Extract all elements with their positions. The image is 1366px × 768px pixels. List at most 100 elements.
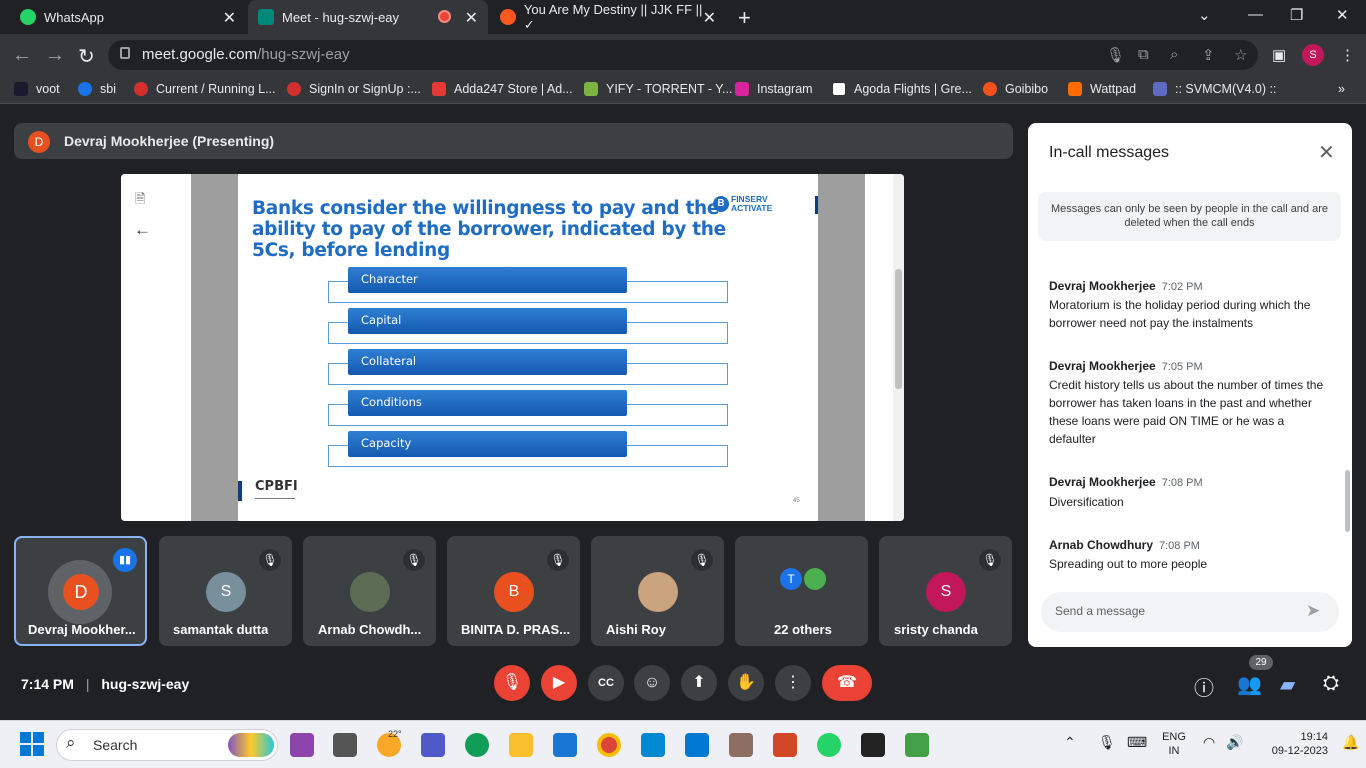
close-window-icon[interactable]: ✕ bbox=[1336, 6, 1349, 24]
mic-off-icon: 🎙 bbox=[403, 549, 425, 571]
reactions-button[interactable]: ☺ bbox=[634, 665, 670, 701]
mail-icon[interactable] bbox=[553, 733, 577, 757]
people-count-badge: 29 bbox=[1249, 655, 1273, 670]
pdf-toolbar: 🗎 ← bbox=[121, 174, 161, 521]
list-item: Capacity bbox=[348, 431, 627, 457]
notification-icon[interactable]: 🔔 bbox=[1342, 734, 1359, 751]
tab-title: Meet - hug-szwj-eay bbox=[282, 9, 400, 25]
bookmark-item[interactable]: Wattpad bbox=[1068, 82, 1136, 96]
avatar-photo bbox=[350, 572, 390, 612]
blocked-icon bbox=[134, 82, 148, 96]
meet-icon bbox=[258, 9, 274, 25]
slide-page: Banks consider the willingness to pay an… bbox=[238, 174, 818, 521]
more-options-button[interactable]: ⋮ bbox=[775, 665, 811, 701]
terminal-icon[interactable] bbox=[861, 733, 885, 757]
bookmark-star-icon[interactable]: ☆ bbox=[1234, 46, 1247, 64]
bookmark-item[interactable]: Goibibo bbox=[983, 82, 1048, 96]
file-explorer-icon[interactable] bbox=[509, 733, 533, 757]
pdf-icon[interactable]: 🗎 bbox=[135, 190, 145, 212]
volume-icon[interactable]: 🔊 bbox=[1226, 734, 1243, 751]
avatar: S bbox=[206, 572, 246, 612]
message-header: Devraj Mookherjee 7:05 PM bbox=[1049, 359, 1203, 373]
back-icon[interactable]: ← bbox=[12, 44, 32, 67]
close-icon[interactable]: ✕ bbox=[1318, 140, 1335, 165]
profile-avatar[interactable]: S bbox=[1302, 44, 1324, 66]
edge-icon[interactable] bbox=[465, 733, 489, 757]
mic-off-icon: 🎙 bbox=[259, 549, 281, 571]
bookmark-item[interactable]: Agoda Flights | Gre... bbox=[832, 82, 972, 96]
close-tab-icon[interactable]: ✕ bbox=[703, 8, 716, 28]
open-external-icon[interactable]: ⧉ bbox=[1138, 46, 1149, 63]
participant-name: samantak dutta bbox=[173, 622, 269, 637]
bookmark-item[interactable]: :: SVMCM(V4.0) :: bbox=[1153, 82, 1276, 96]
chat-scrollbar[interactable] bbox=[1345, 470, 1350, 532]
activities-icon[interactable]: ⛭ bbox=[1323, 672, 1339, 695]
close-tab-icon[interactable]: ✕ bbox=[223, 8, 236, 28]
whatsapp-icon[interactable] bbox=[817, 733, 841, 757]
participant-name: sristy chanda bbox=[894, 622, 978, 637]
forward-icon[interactable]: → bbox=[45, 44, 65, 67]
leave-call-button[interactable]: ☎ bbox=[822, 665, 872, 701]
camera-toggle-button[interactable]: ▶ bbox=[541, 665, 577, 701]
computer-icon[interactable] bbox=[641, 733, 665, 757]
wifi-icon[interactable]: ◠ bbox=[1203, 734, 1215, 751]
sbi-icon bbox=[78, 82, 92, 96]
tab-title: You Are My Destiny || JJK FF || ✓ bbox=[523, 1, 703, 32]
bookmark-item[interactable]: Current / Running L... bbox=[134, 82, 276, 96]
reload-icon[interactable]: ↻ bbox=[78, 44, 95, 69]
new-tab-icon[interactable]: + bbox=[738, 5, 751, 31]
game-icon[interactable] bbox=[729, 733, 753, 757]
copilot-icon[interactable] bbox=[290, 733, 314, 757]
bookmark-item[interactable]: sbi bbox=[78, 82, 116, 96]
powerpoint-icon[interactable] bbox=[773, 733, 797, 757]
url-text[interactable]: meet.google.com/hug-szwj-eay bbox=[142, 46, 350, 63]
zoom-icon[interactable]: ⌕ bbox=[1170, 46, 1178, 63]
footer-accent-bar bbox=[238, 481, 242, 501]
side-panel-icon[interactable]: ▣ bbox=[1272, 46, 1286, 64]
microphone-icon[interactable]: 🎙 bbox=[1106, 46, 1125, 64]
meeting-details-icon[interactable]: ⓘ bbox=[1194, 672, 1214, 701]
bookmark-item[interactable]: voot bbox=[14, 82, 60, 96]
list-item: Conditions bbox=[348, 390, 627, 416]
close-tab-icon[interactable]: ✕ bbox=[465, 8, 478, 28]
people-icon[interactable]: 👥 bbox=[1237, 672, 1262, 697]
captions-button[interactable]: CC bbox=[588, 665, 624, 701]
arrow-left-icon[interactable]: ← bbox=[134, 220, 151, 240]
tab-search-icon[interactable]: ⌄ bbox=[1198, 6, 1211, 24]
chrome-icon[interactable] bbox=[597, 733, 621, 757]
vscode-icon[interactable] bbox=[685, 733, 709, 757]
message-input[interactable] bbox=[1055, 604, 1275, 618]
send-icon[interactable]: ➤ bbox=[1306, 601, 1320, 621]
app-icon[interactable] bbox=[905, 733, 929, 757]
menu-kebab-icon[interactable]: ⋮ bbox=[1340, 46, 1355, 64]
bookmark-item[interactable]: YIFY - TORRENT - Y... bbox=[584, 82, 732, 96]
bookmark-item[interactable]: Adda247 Store | Ad... bbox=[432, 82, 573, 96]
minimize-icon[interactable]: — bbox=[1248, 6, 1263, 23]
message-text: Diversification bbox=[1049, 495, 1124, 509]
tab-meet[interactable]: Meet - hug-szwj-eay ✕ bbox=[248, 0, 488, 34]
weather-temp: 22° bbox=[388, 729, 402, 739]
tab-wattpad[interactable]: You Are My Destiny || JJK FF || ✓ ✕ bbox=[490, 0, 726, 34]
mic-toggle-button[interactable]: 🎙 bbox=[494, 665, 530, 701]
share-icon[interactable]: ⇪ bbox=[1202, 46, 1215, 64]
tab-whatsapp[interactable]: WhatsApp ✕ bbox=[10, 0, 246, 34]
search-icon: ⌕ bbox=[66, 733, 76, 752]
bookmark-item[interactable]: Instagram bbox=[735, 82, 813, 96]
microphone-icon[interactable]: 🎙 bbox=[1098, 734, 1116, 751]
raise-hand-button[interactable]: ✋ bbox=[728, 665, 764, 701]
language-indicator[interactable]: ENG IN bbox=[1158, 730, 1190, 758]
clock[interactable]: 19:14 09-12-2023 bbox=[1256, 730, 1328, 758]
task-view-icon[interactable] bbox=[333, 733, 357, 757]
chat-icon[interactable]: ▰ bbox=[1280, 672, 1295, 697]
shared-screen: 🗎 ← Banks consider the willingness to pa… bbox=[121, 174, 904, 521]
keyboard-icon[interactable]: ⌨ bbox=[1127, 734, 1147, 751]
restore-icon[interactable]: ❐ bbox=[1290, 6, 1303, 24]
more-bookmarks-icon[interactable]: » bbox=[1338, 82, 1345, 96]
chevron-up-icon[interactable]: ⌃ bbox=[1064, 734, 1076, 751]
windows-start-icon[interactable] bbox=[20, 732, 44, 756]
present-button[interactable]: ⬆ bbox=[681, 665, 717, 701]
bookmark-item[interactable]: SignIn or SignUp :... bbox=[287, 82, 421, 96]
avatar: T bbox=[780, 568, 802, 590]
teams-icon[interactable] bbox=[421, 733, 445, 757]
scrollbar-thumb[interactable] bbox=[895, 269, 902, 389]
